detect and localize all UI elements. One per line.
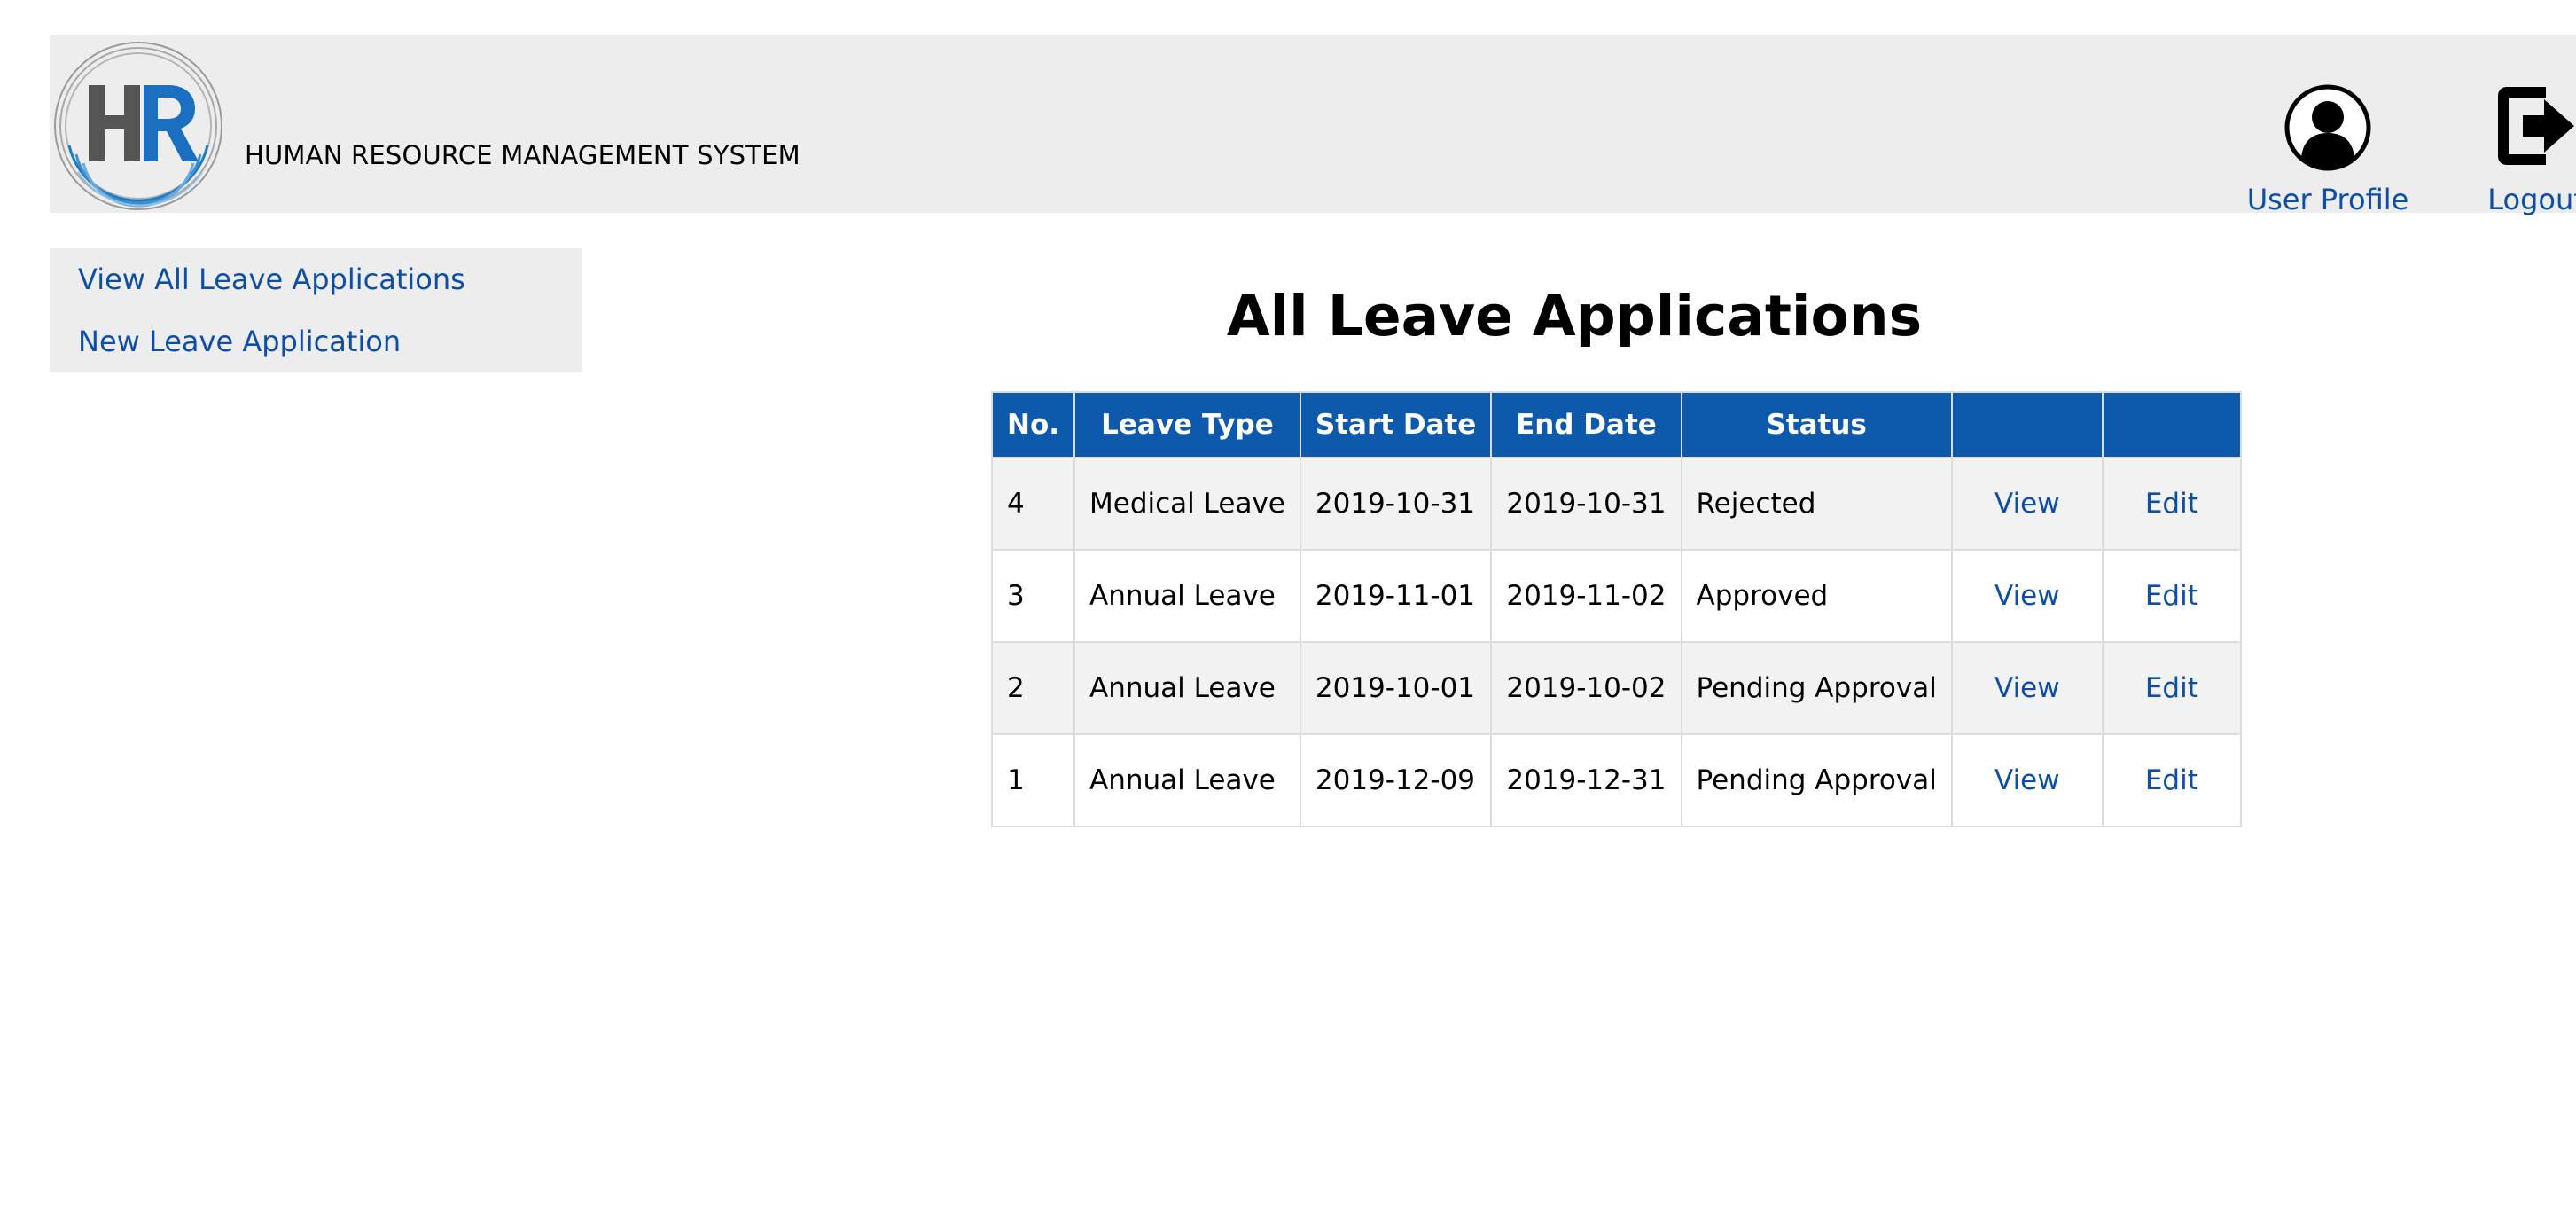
edit-link[interactable]: Edit xyxy=(2145,488,2198,520)
cell-status: Pending Approval xyxy=(1680,733,1953,827)
table-header-row: No. Leave Type Start Date End Date Statu… xyxy=(990,391,2242,458)
logout-label: Logout xyxy=(2487,183,2576,216)
column-header-end-date: End Date xyxy=(1490,391,1682,458)
sidebar-item-new-leave-application[interactable]: New Leave Application xyxy=(78,325,401,358)
cell-leave-type: Annual Leave xyxy=(1073,549,1301,643)
table-row: 4 Medical Leave 2019-10-31 2019-10-31 Re… xyxy=(990,457,2242,551)
logout-link[interactable]: Logout xyxy=(2425,44,2576,216)
hr-logo xyxy=(54,42,222,210)
cell-start-date: 2019-12-09 xyxy=(1299,733,1493,827)
user-circle-icon xyxy=(2284,84,2371,171)
edit-link[interactable]: Edit xyxy=(2145,672,2198,704)
view-link[interactable]: View xyxy=(1994,580,2060,612)
cell-leave-type: Annual Leave xyxy=(1073,641,1301,735)
cell-edit: Edit xyxy=(2101,549,2242,643)
cell-view: View xyxy=(1950,733,2104,827)
cell-start-date: 2019-10-31 xyxy=(1299,457,1493,551)
cell-end-date: 2019-11-02 xyxy=(1490,549,1682,643)
table-row: 1 Annual Leave 2019-12-09 2019-12-31 Pen… xyxy=(990,733,2242,827)
cell-no: 1 xyxy=(990,733,1076,827)
cell-edit: Edit xyxy=(2101,733,2242,827)
cell-start-date: 2019-11-01 xyxy=(1299,549,1493,643)
cell-view: View xyxy=(1950,641,2104,735)
cell-status: Approved xyxy=(1680,549,1953,643)
view-link[interactable]: View xyxy=(1994,764,2060,796)
header-bar: HUMAN RESOURCE MANAGEMENT SYSTEM User Pr… xyxy=(50,35,2576,216)
view-link[interactable]: View xyxy=(1994,488,2060,520)
cell-leave-type: Annual Leave xyxy=(1073,733,1301,827)
leave-applications-table: No. Leave Type Start Date End Date Statu… xyxy=(990,391,2242,827)
app-title: HUMAN RESOURCE MANAGEMENT SYSTEM xyxy=(245,140,800,170)
cell-start-date: 2019-10-01 xyxy=(1299,641,1493,735)
edit-link[interactable]: Edit xyxy=(2145,580,2198,612)
cell-status: Pending Approval xyxy=(1680,641,1953,735)
page-title: All Leave Applications xyxy=(1226,284,1923,349)
edit-link[interactable]: Edit xyxy=(2145,764,2198,796)
cell-end-date: 2019-10-02 xyxy=(1490,641,1682,735)
user-profile-link[interactable]: User Profile xyxy=(2204,44,2452,216)
cell-edit: Edit xyxy=(2101,457,2242,551)
cell-end-date: 2019-10-31 xyxy=(1490,457,1682,551)
view-link[interactable]: View xyxy=(1994,672,2060,704)
table-row: 3 Annual Leave 2019-11-01 2019-11-02 App… xyxy=(990,549,2242,643)
sign-out-icon xyxy=(2498,87,2574,165)
column-header-start-date: Start Date xyxy=(1299,391,1493,458)
sidebar-item-view-all-leave-applications[interactable]: View All Leave Applications xyxy=(78,262,465,296)
cell-no: 2 xyxy=(990,641,1076,735)
table-row: 2 Annual Leave 2019-10-01 2019-10-02 Pen… xyxy=(990,641,2242,735)
cell-no: 4 xyxy=(990,457,1076,551)
column-header-leave-type: Leave Type xyxy=(1073,391,1301,458)
column-header-view xyxy=(1950,391,2104,458)
cell-edit: Edit xyxy=(2101,641,2242,735)
cell-view: View xyxy=(1950,457,2104,551)
column-header-status: Status xyxy=(1680,391,1953,458)
column-header-no: No. xyxy=(990,391,1076,458)
cell-view: View xyxy=(1950,549,2104,643)
cell-no: 3 xyxy=(990,549,1076,643)
cell-status: Rejected xyxy=(1680,457,1953,551)
user-profile-label: User Profile xyxy=(2246,183,2409,216)
cell-end-date: 2019-12-31 xyxy=(1490,733,1682,827)
cell-leave-type: Medical Leave xyxy=(1073,457,1301,551)
column-header-edit xyxy=(2101,391,2242,458)
sidebar: View All Leave Applications New Leave Ap… xyxy=(50,248,582,372)
